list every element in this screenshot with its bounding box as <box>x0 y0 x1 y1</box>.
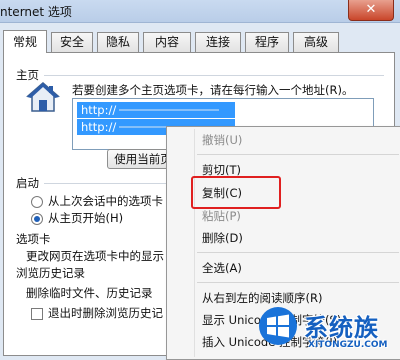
windows-logo-icon <box>259 307 297 345</box>
tab-programs[interactable]: 程序 <box>245 32 289 52</box>
tab-privacy[interactable]: 隐私 <box>97 32 139 52</box>
title-bar: nternet 选项 ✕ <box>0 0 400 23</box>
tab-security[interactable]: 安全 <box>51 32 93 52</box>
history-description: 删除临时文件、历史记录 <box>26 286 153 300</box>
tabs-description: 更改网页在选项卡中的显示 <box>26 249 164 263</box>
startup-group-label: 启动 <box>16 176 39 190</box>
close-button[interactable]: ✕ <box>348 0 394 21</box>
tab-advanced[interactable]: 高级 <box>293 32 339 52</box>
menu-separator <box>197 282 399 283</box>
home-instruction: 若要创建多个主页选项卡，请在每行输入一个地址(R)。 <box>72 83 354 97</box>
radio-start-home[interactable] <box>31 213 43 225</box>
radio-last-session[interactable] <box>31 196 43 208</box>
menu-item-delete[interactable]: 删除(D) <box>202 229 243 247</box>
home-url-line: http:// <box>77 102 235 118</box>
tabs-group-label: 选项卡 <box>16 232 51 246</box>
group-divider <box>44 75 384 76</box>
history-group-label: 浏览历史记录 <box>16 266 85 280</box>
radio-last-session-label: 从上次会话中的选项卡 <box>48 194 163 208</box>
tab-general[interactable]: 常规 <box>3 30 47 53</box>
delete-on-exit-checkbox[interactable] <box>31 308 43 320</box>
delete-on-exit-label: 退出时删除浏览历史记 <box>48 306 163 320</box>
house-icon <box>26 82 60 112</box>
copy-highlight-box <box>191 176 281 209</box>
radio-start-home-label: 从主页开始(H) <box>48 211 124 225</box>
menu-separator <box>197 154 399 155</box>
tab-connections[interactable]: 连接 <box>195 32 241 52</box>
menu-item-select-all[interactable]: 全选(A) <box>202 259 242 277</box>
menu-item-undo[interactable]: 撤销(U) <box>202 131 242 149</box>
watermark-text: 系统族 <box>304 314 379 342</box>
tab-content[interactable]: 内容 <box>143 32 191 52</box>
menu-item-paste[interactable]: 粘贴(P) <box>202 207 241 225</box>
watermark: 系统族 XITONGZU.COM <box>258 306 400 354</box>
watermark-url: XITONGZU.COM <box>308 340 388 350</box>
menu-gutter <box>194 129 195 357</box>
menu-separator <box>197 252 399 253</box>
menu-item-rtl-reading[interactable]: 从右到左的阅读顺序(R) <box>202 289 322 307</box>
window-title: nternet 选项 <box>0 5 72 19</box>
